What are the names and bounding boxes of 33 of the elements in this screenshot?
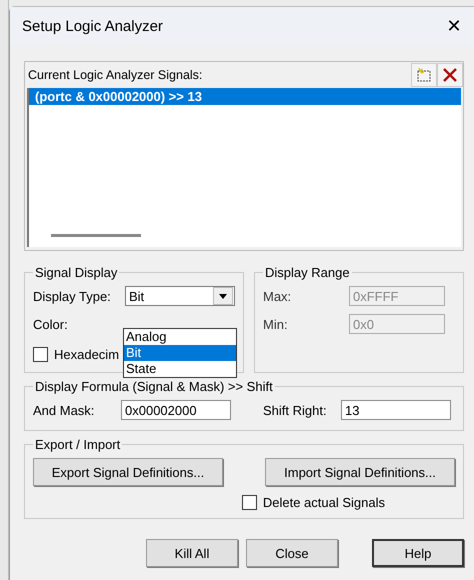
display-type-dropdown[interactable]: Bit: [125, 286, 235, 306]
window-title: Setup Logic Analyzer: [22, 18, 163, 34]
signal-item[interactable]: (portc & 0x00002000) >> 13: [29, 88, 461, 105]
dialog-button[interactable]: Close: [246, 539, 338, 567]
delete-signals-checkbox[interactable]: [242, 494, 257, 510]
hex-label: Hexadecim: [54, 346, 120, 362]
signals-label: Current Logic Analyzer Signals:: [28, 68, 202, 82]
min-label: Min:: [263, 316, 289, 332]
hex-checkbox[interactable]: [33, 346, 48, 362]
dropdown-option[interactable]: State: [124, 361, 236, 377]
dialog-button[interactable]: Help: [372, 539, 464, 567]
group-title: Export / Import: [34, 437, 122, 452]
dialog-button[interactable]: Kill All: [146, 539, 238, 567]
and-mask-field[interactable]: 0x00002000: [121, 400, 231, 420]
max-label: Max:: [263, 288, 292, 304]
export-button[interactable]: Export Signal Definitions...: [33, 458, 223, 486]
new-signal-icon[interactable]: [411, 63, 437, 87]
dropdown-option[interactable]: Bit: [124, 345, 236, 361]
color-label: Color:: [33, 316, 69, 332]
dropdown-arrow-icon: [219, 294, 227, 298]
close-button[interactable]: ✕: [434, 9, 474, 43]
shift-right-label: Shift Right:: [263, 402, 328, 418]
dropdown-option[interactable]: Analog: [124, 329, 236, 345]
group-title: Display Range: [264, 265, 351, 280]
group-title: Display Formula (Signal & Mask) >> Shift: [34, 379, 274, 394]
delete-signals-label: Delete actual Signals: [262, 494, 385, 510]
scrollbar-thumb[interactable]: [51, 234, 141, 237]
and-mask-label: And Mask:: [33, 402, 96, 418]
group-title: Signal Display: [34, 265, 118, 280]
shift-right-field[interactable]: 13: [341, 400, 451, 420]
import-button[interactable]: Import Signal Definitions...: [265, 458, 455, 486]
delete-icon[interactable]: [437, 63, 463, 87]
display-type-label: Display Type:: [33, 288, 112, 304]
